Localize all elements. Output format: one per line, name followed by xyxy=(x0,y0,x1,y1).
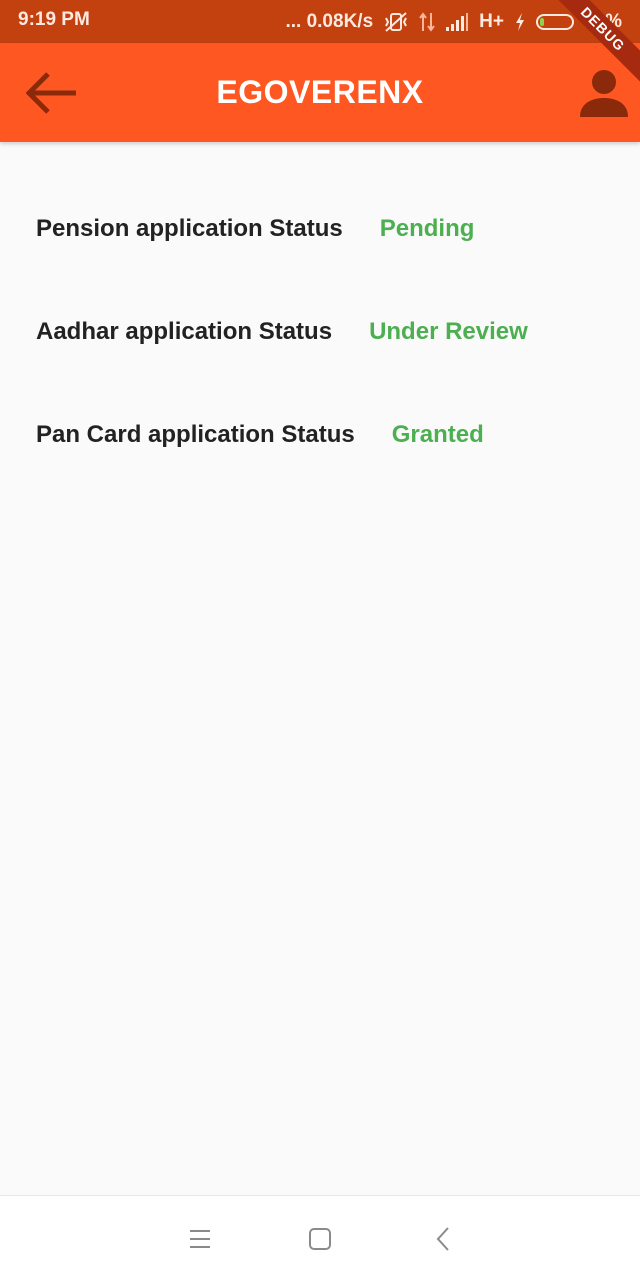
network-speed: ... 0.08K/s xyxy=(285,10,374,32)
status-label: Pan Card application Status xyxy=(36,421,355,448)
status-row-pension: Pension application Status Pending xyxy=(36,209,474,249)
system-nav-bar xyxy=(0,1195,640,1280)
menu-icon xyxy=(190,1230,210,1248)
application-status-list: Pension application Status Pending Aadha… xyxy=(0,142,640,1195)
nav-back-button[interactable] xyxy=(427,1222,461,1256)
charging-bolt-icon xyxy=(514,12,526,32)
back-chevron-icon xyxy=(436,1227,449,1251)
status-label: Pension application Status xyxy=(36,215,343,242)
home-button[interactable] xyxy=(303,1222,337,1256)
person-icon xyxy=(580,70,628,117)
app-screen: 9:19 PM ... 0.08K/s H+ EGOVERENX DEBUG P… xyxy=(0,0,640,1280)
data-transfer-icon xyxy=(419,11,435,33)
status-value: Under Review xyxy=(369,318,528,345)
home-square-icon xyxy=(309,1228,331,1250)
page-title: EGOVERENX xyxy=(216,74,424,110)
status-value: Pending xyxy=(379,215,475,242)
network-type: H+ xyxy=(479,10,504,32)
status-value: Granted xyxy=(391,421,484,448)
profile-button[interactable] xyxy=(576,65,632,121)
battery-icon xyxy=(535,13,574,30)
signal-icon xyxy=(445,12,469,32)
vibrate-off-icon xyxy=(383,11,409,33)
menu-button[interactable] xyxy=(183,1222,217,1256)
battery-fill xyxy=(539,17,544,26)
status-time: 9:19 PM xyxy=(18,9,90,30)
status-bar: 9:19 PM ... 0.08K/s H+ xyxy=(0,0,640,43)
app-bar: EGOVERENX xyxy=(0,43,640,142)
status-label: Aadhar application Status xyxy=(36,318,333,345)
status-row-aadhar: Aadhar application Status Under Review xyxy=(36,312,528,352)
status-row-pan-card: Pan Card application Status Granted xyxy=(36,415,484,455)
